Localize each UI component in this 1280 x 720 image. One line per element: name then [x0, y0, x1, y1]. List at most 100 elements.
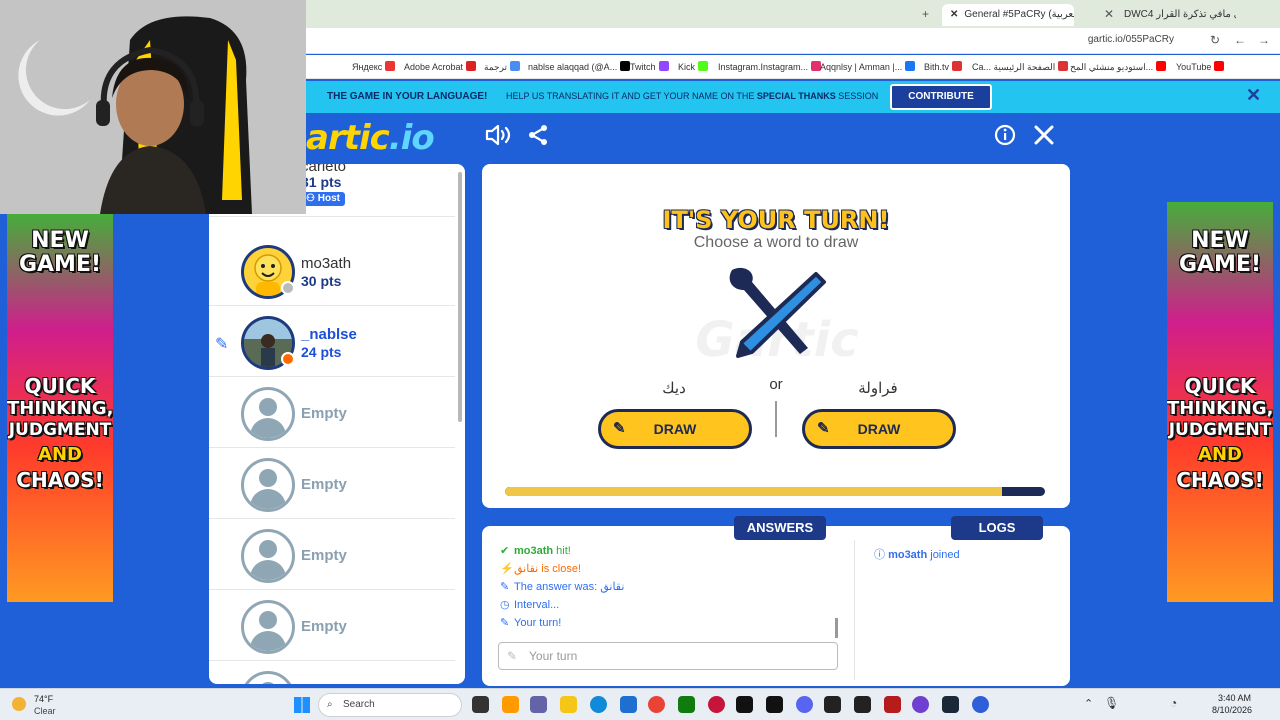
weather-temp: 74°F: [34, 694, 54, 704]
player-row-empty: [209, 661, 455, 684]
paintbrush-pencil-icon: [722, 264, 832, 365]
teams-icon[interactable]: [530, 696, 547, 713]
windows-taskbar: 74°F Clear ⌕ Search ⌃ 🎙 ◔ 3:40 AM 8/10/20…: [0, 688, 1280, 720]
forward-icon[interactable]: →: [1258, 33, 1270, 47]
start-icon[interactable]: [294, 697, 310, 713]
clock-time[interactable]: 3:40 AM: [1218, 693, 1251, 703]
player-name: mo3ath: [301, 255, 352, 272]
tab-label: General #5PaCRy (العربية) - Gartic: [964, 9, 1074, 20]
url-text[interactable]: gartic.io/055PaCRy: [1088, 34, 1174, 45]
app-icon[interactable]: [972, 696, 989, 713]
bookmark-item[interactable]: Aqqnlsy | Amman |...: [820, 61, 916, 72]
word-choice-panel: Gartic IT'S YOUR TURN! Choose a word to …: [482, 164, 1070, 508]
chat-message: ✔ mo3ath hit!: [500, 545, 571, 557]
status-dot: [281, 281, 295, 295]
player-list-scrollbar[interactable]: [458, 172, 462, 422]
turn-subtitle: Choose a word to draw: [693, 234, 859, 251]
xbox-icon[interactable]: [678, 696, 695, 713]
pencil-icon: ✎: [507, 649, 518, 663]
app-icon[interactable]: [736, 696, 753, 713]
ad-banner-left[interactable]: NEW GAME! QUICK THINKING, JUDGMENT AND C…: [7, 214, 113, 602]
chat-divider: [854, 540, 855, 680]
chrome-icon[interactable]: [648, 696, 665, 713]
empty-slot-label: Empty: [301, 618, 347, 635]
player-row[interactable]: ✎ _nablse 24 pts: [209, 306, 455, 377]
reload-icon[interactable]: ↻: [1210, 33, 1220, 47]
taskbar-search[interactable]: ⌕ Search: [318, 693, 462, 717]
answers-scrollbar[interactable]: [835, 618, 838, 638]
pencil-icon: ✎: [500, 617, 510, 629]
network-icon[interactable]: ◔: [1170, 696, 1177, 710]
answers-list: ✔ mo3ath hit! ⚡نقانق is close! ✎ The answe…: [500, 544, 840, 634]
chat-message: ✎ Your turn!: [500, 617, 562, 629]
mic-icon[interactable]: 🎙: [1104, 696, 1119, 710]
bookmark-item[interactable]: استوديو منشئي المح...: [1070, 61, 1167, 73]
bookmark-item[interactable]: Ca... الصفحة الرئيسية: [972, 61, 1069, 73]
app-icon[interactable]: [912, 696, 929, 713]
weather-icon: [12, 697, 26, 711]
answer-input[interactable]: ✎ Your turn: [498, 642, 838, 670]
empty-slot-label: Empty: [301, 405, 347, 422]
tab-label: DWC4 دوري مافي تذكرة القرار: [1124, 9, 1236, 20]
bookmark-item[interactable]: Twitch: [630, 61, 669, 72]
bookmark-item[interactable]: nablse alaqqad (@A...: [528, 61, 631, 72]
bookmark-item[interactable]: ترجمة: [484, 61, 521, 73]
tray-chevron-icon[interactable]: ⌃: [1084, 697, 1093, 710]
bookmark-item[interactable]: Instagram.Instagram...: [718, 61, 822, 72]
steam-icon[interactable]: [942, 696, 959, 713]
app-icon[interactable]: [766, 696, 783, 713]
epic-games-icon[interactable]: [854, 696, 871, 713]
draw-button-right[interactable]: ✎ DRAW: [802, 409, 956, 449]
weather-condition: Clear: [34, 706, 56, 716]
discord-icon[interactable]: [796, 696, 813, 713]
close-banner-icon[interactable]: ✕: [1246, 85, 1261, 106]
store-icon[interactable]: [620, 696, 637, 713]
ad-banner-right[interactable]: NEW GAME! QUICK THINKING, JUDGMENT AND C…: [1167, 202, 1273, 602]
lightning-icon: ⚡: [500, 563, 514, 575]
log-name: mo3ath: [888, 549, 928, 561]
sound-icon[interactable]: [484, 124, 512, 152]
bookmark-item[interactable]: Яндекс: [352, 61, 396, 72]
bookmark-item[interactable]: Bith.tv: [924, 61, 963, 72]
bookmark-item[interactable]: Adobe Acrobat: [404, 61, 477, 72]
clock-date[interactable]: 8/10/2026: [1212, 705, 1252, 715]
info-icon[interactable]: [991, 124, 1019, 152]
empty-slot-label: Empty: [301, 476, 347, 493]
pencil-icon: ✎: [500, 581, 510, 593]
webcam-overlay: [0, 0, 306, 214]
word-option-left: ديك: [662, 380, 686, 397]
player-list: carleto 31 pts ⚇ Host mo3ath 30 pts ✎ _n…: [209, 164, 465, 684]
empty-avatar-icon: [241, 387, 295, 441]
search-icon: ⌕: [327, 699, 333, 710]
empty-avatar-icon: [241, 671, 295, 684]
draw-button-left[interactable]: ✎ DRAW: [598, 409, 752, 449]
exit-icon[interactable]: [1030, 124, 1058, 152]
app-icon[interactable]: [884, 696, 901, 713]
file-explorer-icon[interactable]: [560, 696, 577, 713]
browser-tab-gartic[interactable]: ✕ General #5PaCRy (العربية) - Gartic: [942, 4, 1074, 26]
app-icon[interactable]: [708, 696, 725, 713]
tab-logs[interactable]: LOGS: [951, 516, 1043, 540]
close-tab-icon[interactable]: ✕: [950, 9, 958, 20]
browser-tab-second[interactable]: DWC4 دوري مافي تذكرة القرار: [1116, 4, 1236, 26]
edge-icon[interactable]: [590, 696, 607, 713]
back-icon[interactable]: ←: [1234, 33, 1246, 47]
app-icon[interactable]: [824, 696, 841, 713]
app-icon[interactable]: [502, 696, 519, 713]
turn-title: IT'S YOUR TURN!: [662, 206, 890, 234]
share-icon[interactable]: [524, 124, 552, 152]
word-divider: [775, 401, 777, 437]
empty-avatar-icon: [241, 600, 295, 654]
empty-avatar-icon: [241, 458, 295, 512]
close-tab-icon[interactable]: ✕: [1104, 7, 1114, 21]
player-row[interactable]: mo3ath 30 pts: [209, 235, 455, 306]
bookmark-item[interactable]: YouTube: [1176, 61, 1225, 72]
tab-answers[interactable]: ANSWERS: [734, 516, 826, 540]
task-view-icon[interactable]: [472, 696, 489, 713]
new-tab-icon[interactable]: +: [922, 7, 929, 21]
contribute-button[interactable]: CONTRIBUTE: [890, 84, 992, 110]
banner-title: THE GAME IN YOUR LANGUAGE!: [327, 91, 488, 102]
host-badge: ⚇ Host: [301, 192, 345, 206]
bookmark-item[interactable]: Kick: [678, 61, 709, 72]
empty-slot-label: Empty: [301, 547, 347, 564]
